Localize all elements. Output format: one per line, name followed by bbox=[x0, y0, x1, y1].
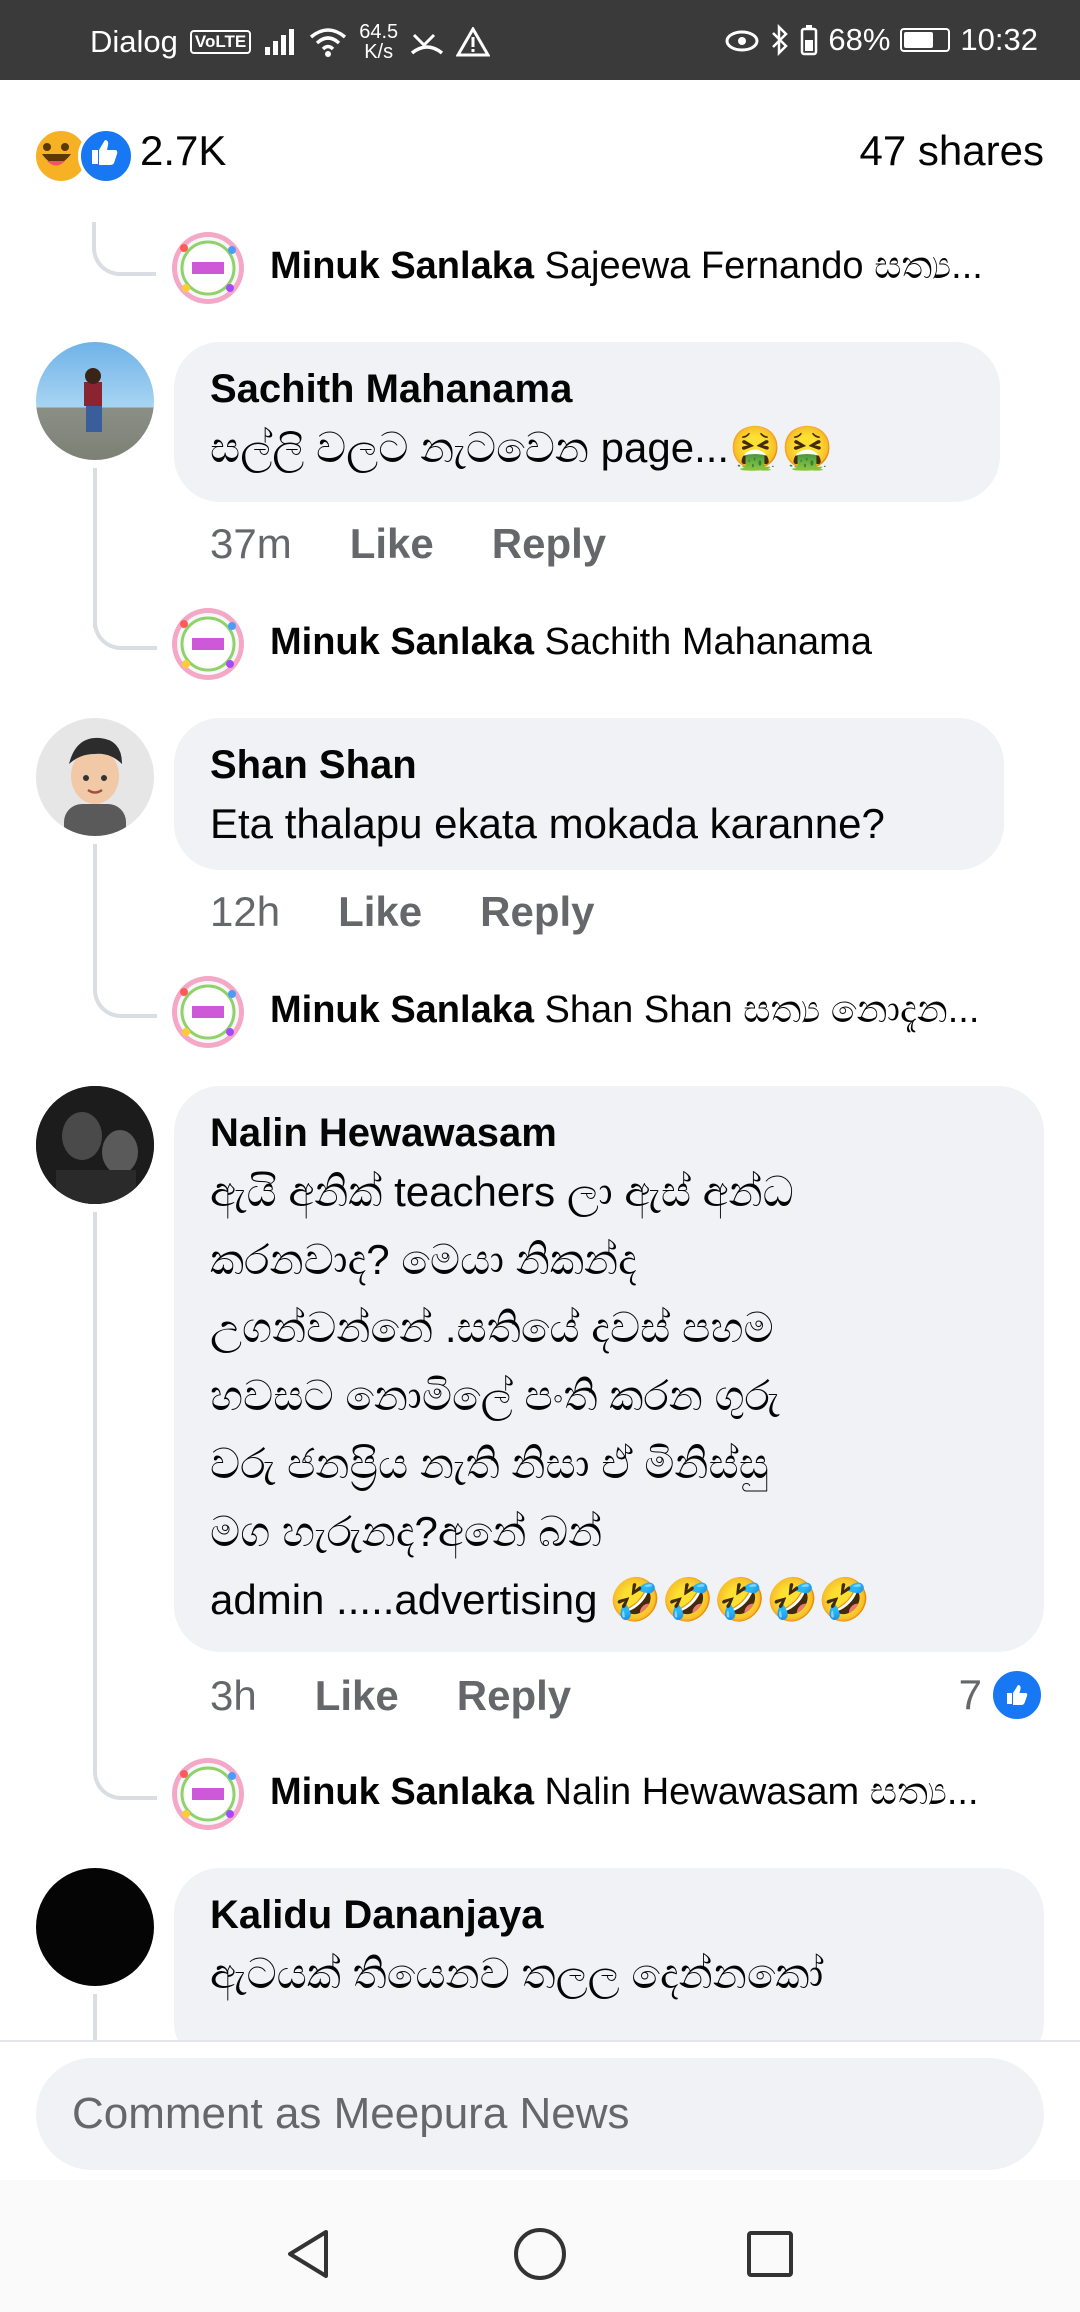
comment-time[interactable]: 3h bbox=[210, 1672, 257, 1720]
reply-button[interactable]: Reply bbox=[457, 1672, 571, 1720]
wifi-icon bbox=[310, 28, 347, 57]
battery-icon bbox=[900, 28, 951, 52]
reply-text: Sachith Mahanama bbox=[544, 621, 872, 663]
thread-connector bbox=[93, 968, 157, 1018]
comment-actions: 12h Like Reply bbox=[210, 888, 595, 936]
shares-count[interactable]: 47 shares bbox=[860, 127, 1044, 175]
reply-avatar[interactable] bbox=[172, 232, 244, 304]
recents-nav-icon[interactable] bbox=[744, 2226, 796, 2282]
comment-text-line: කරනවාද? මෙයා නිකන්ද bbox=[210, 1236, 637, 1283]
comment-time[interactable]: 37m bbox=[210, 520, 292, 568]
signal-icon bbox=[265, 29, 295, 55]
avatar[interactable] bbox=[36, 718, 154, 836]
battery-saver-icon bbox=[801, 25, 818, 56]
reply-avatar[interactable] bbox=[172, 1758, 244, 1830]
comment-text: ඇටයක් තියෙනව තලල දෙන්නකෝ bbox=[210, 1950, 824, 1997]
reply-text: Sajeewa Fernando සත්‍ය... bbox=[544, 245, 983, 287]
back-nav-icon[interactable] bbox=[282, 2226, 334, 2282]
reply-avatar[interactable] bbox=[172, 976, 244, 1048]
comment-time[interactable]: 12h bbox=[210, 888, 280, 936]
comment-bubble[interactable]: Shan Shan Eta thalapu ekata mokada karan… bbox=[174, 718, 1004, 870]
comment-input[interactable]: Comment as Meepura News bbox=[36, 2058, 1044, 2170]
page-logo-icon bbox=[172, 1758, 244, 1830]
comment-bubble[interactable]: Sachith Mahanama සල්ලි වලට නැටවෙන page..… bbox=[174, 342, 1000, 502]
comment-text: සල්ලි වලට නැටවෙන page...🤮🤮 bbox=[210, 424, 834, 471]
eye-comfort-icon bbox=[725, 30, 759, 52]
reply-text: Nalin Hewawasam සත්‍ය... bbox=[544, 1771, 979, 1813]
volte-badge: VoLTE bbox=[189, 30, 252, 54]
thread-connector bbox=[92, 222, 156, 276]
missed-call-icon bbox=[411, 33, 444, 55]
comment-actions: 37m Like Reply bbox=[210, 520, 606, 568]
reaction-count[interactable]: 2.7K bbox=[140, 127, 226, 175]
comment-bubble[interactable]: Nalin Hewawasam ඇයි අනික් teachers ලා ඇස… bbox=[174, 1086, 1044, 1652]
page-logo-icon bbox=[172, 608, 244, 680]
comment-actions: 3h Like Reply bbox=[210, 1672, 571, 1720]
comment-text-line: මග හැරුනද?අනේ බන් bbox=[210, 1508, 603, 1555]
reply-preview[interactable]: Minuk Sanlaka Nalin Hewawasam සත්‍ය... bbox=[270, 1771, 979, 1814]
status-bar: Dialog VoLTE 64.5 K/s 68% 10:32 bbox=[0, 0, 1080, 80]
comment-author[interactable]: Shan Shan bbox=[210, 740, 968, 790]
like-button[interactable]: Like bbox=[338, 888, 422, 936]
reply-button[interactable]: Reply bbox=[492, 520, 606, 568]
reply-preview[interactable]: Minuk Sanlaka Sajeewa Fernando සත්‍ය... bbox=[270, 245, 983, 288]
comment-author[interactable]: Nalin Hewawasam bbox=[210, 1108, 1008, 1158]
comment-text-line: උගන්වන්නේ .සතියේ දවස් පහම bbox=[210, 1304, 774, 1351]
comment-like-count[interactable]: 7 bbox=[959, 1668, 1044, 1722]
carrier-label: Dialog bbox=[90, 24, 178, 59]
like-count-value: 7 bbox=[958, 1671, 982, 1718]
reply-author: Minuk Sanlaka bbox=[270, 621, 534, 663]
thread-line bbox=[93, 1212, 97, 1772]
person-photo bbox=[36, 1086, 154, 1204]
clock: 10:32 bbox=[960, 22, 1038, 57]
like-button[interactable]: Like bbox=[315, 1672, 399, 1720]
comment-text-line: වරු ජනප්‍රිය නැති නිසා ඒ මිනිස්සු bbox=[210, 1440, 769, 1487]
battery-percent: 68% bbox=[828, 22, 891, 57]
avatar[interactable] bbox=[36, 1086, 154, 1204]
reply-text: Shan Shan සත්‍ය නොදැන... bbox=[544, 989, 980, 1031]
comment-author[interactable]: Kalidu Dananjaya bbox=[210, 1890, 1008, 1940]
comment-bubble[interactable]: Kalidu Dananjaya ඇටයක් තියෙනව තලල දෙන්නක… bbox=[174, 1868, 1044, 2068]
comment-text: Eta thalapu ekata mokada karanne? bbox=[210, 800, 885, 847]
reply-button[interactable]: Reply bbox=[480, 888, 594, 936]
comment-author[interactable]: Sachith Mahanama bbox=[210, 364, 964, 414]
reply-author: Minuk Sanlaka bbox=[270, 989, 534, 1031]
network-speed: 64.5 K/s bbox=[359, 21, 399, 63]
thread-connector bbox=[93, 1750, 157, 1800]
thread-line bbox=[93, 1994, 97, 2040]
reply-author: Minuk Sanlaka bbox=[270, 245, 534, 287]
reply-avatar[interactable] bbox=[172, 608, 244, 680]
person-photo bbox=[84, 368, 102, 432]
comment-text-line: ඇයි අනික් teachers ලා ඇස් අන්ධ bbox=[210, 1168, 794, 1215]
reply-preview[interactable]: Minuk Sanlaka Shan Shan සත්‍ය නොදැන... bbox=[270, 989, 979, 1032]
cartoon-avatar bbox=[64, 737, 126, 836]
home-nav-icon[interactable] bbox=[512, 2226, 568, 2282]
like-badge-icon bbox=[990, 1668, 1044, 1722]
comment-text-line: admin .....advertising 🤣🤣🤣🤣🤣 bbox=[210, 1576, 871, 1623]
thread-connector bbox=[93, 600, 157, 650]
like-reaction-icon bbox=[78, 128, 134, 184]
avatar[interactable] bbox=[36, 342, 154, 460]
page-logo-icon bbox=[172, 232, 244, 304]
bluetooth-icon bbox=[772, 24, 789, 56]
reply-author: Minuk Sanlaka bbox=[270, 1771, 534, 1813]
like-button[interactable]: Like bbox=[350, 520, 434, 568]
warning-icon bbox=[456, 27, 491, 57]
avatar[interactable] bbox=[36, 1868, 154, 1986]
comment-text-line: හවසට නොමිලේ පංති කරන ගුරු bbox=[210, 1372, 780, 1419]
reply-preview[interactable]: Minuk Sanlaka Sachith Mahanama bbox=[270, 621, 872, 664]
page-logo-icon bbox=[172, 976, 244, 1048]
